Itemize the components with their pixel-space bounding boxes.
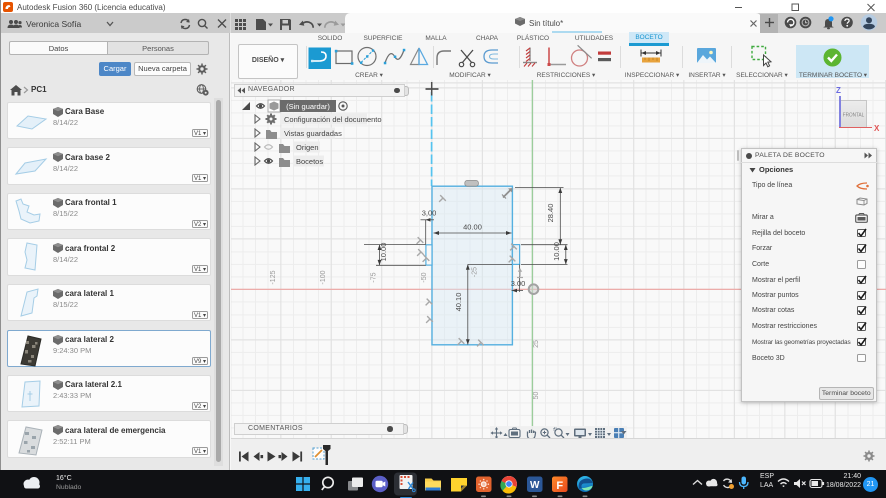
svg-text:50: 50 (533, 392, 540, 400)
svg-text:Origen: Origen (296, 143, 319, 152)
svg-text:-100: -100 (320, 270, 327, 284)
svg-text:40.10: 40.10 (454, 293, 463, 312)
svg-text:-50: -50 (421, 272, 428, 282)
svg-text:25: 25 (533, 340, 540, 348)
svg-text:W: W (530, 480, 540, 491)
svg-text:28.40: 28.40 (546, 204, 555, 223)
svg-text:-75: -75 (371, 272, 378, 282)
svg-text:3,00: 3,00 (422, 209, 437, 218)
svg-text:-25: -25 (471, 267, 478, 277)
svg-text:Bocetos: Bocetos (296, 157, 323, 166)
svg-text:-125: -125 (270, 270, 277, 284)
svg-text:Vistas guardadas: Vistas guardadas (284, 129, 342, 138)
svg-text:F: F (556, 480, 563, 492)
svg-text:10.00: 10.00 (379, 243, 388, 262)
svg-text:3.00: 3.00 (511, 279, 526, 288)
svg-text:40.00: 40.00 (463, 223, 482, 232)
svg-text:Z: Z (836, 86, 841, 95)
svg-text:10.00: 10.00 (552, 242, 561, 261)
svg-text:(Sin guardar): (Sin guardar) (286, 102, 330, 111)
svg-text:X: X (874, 124, 880, 132)
svg-text:Configuración del documento: Configuración del documento (284, 115, 382, 124)
